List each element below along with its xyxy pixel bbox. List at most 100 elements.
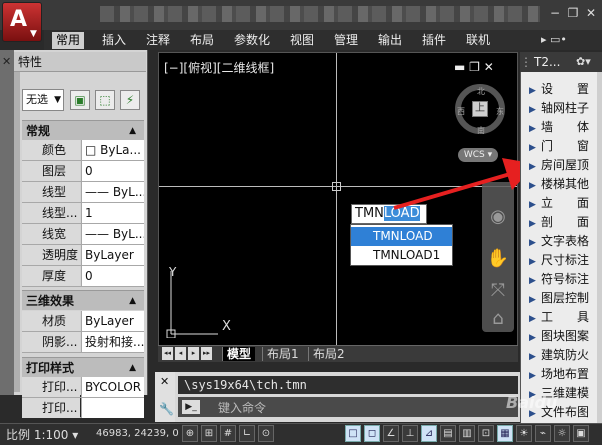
property-row[interactable]: 颜色 □ ByLa... <box>22 140 144 161</box>
tangent-menu-item[interactable]: ▶ 楼梯其他 <box>523 175 599 193</box>
tangent-menu-item[interactable]: ▶ 房间屋顶 <box>523 156 599 174</box>
tab-home[interactable]: 常用 <box>52 32 85 49</box>
close-icon[interactable]: ✕ <box>160 375 169 388</box>
command-input[interactable]: 键入命令 <box>218 399 266 416</box>
pan-hand-icon[interactable]: ✋ <box>484 245 512 273</box>
autocomplete-item[interactable]: TMNLOAD <box>351 227 452 246</box>
property-row[interactable]: 图层 0 <box>22 161 144 182</box>
application-menu-button[interactable]: A ▼ <box>2 2 42 42</box>
grid-display-icon[interactable]: # <box>220 425 236 442</box>
tab-online[interactable]: 联机 <box>462 32 494 49</box>
tangent-menu-item[interactable]: ▶ 文字表格 <box>523 232 599 250</box>
lightbulb-icon[interactable]: ☀ <box>516 425 532 442</box>
tangent-menu-item[interactable]: ▶ 设 置 <box>523 80 599 98</box>
dynamic-input-icon[interactable]: ⊥ <box>402 425 418 442</box>
tab-annotate[interactable]: 注释 <box>142 32 174 49</box>
tab-layout1[interactable]: 布局1 <box>262 347 303 361</box>
property-value[interactable]: 0 <box>81 161 144 181</box>
isolate-objects-icon[interactable]: ☼ <box>554 425 570 442</box>
tangent-menu-item[interactable]: ▶ 墙 体 <box>523 118 599 136</box>
tab-layout2[interactable]: 布局2 <box>308 347 349 361</box>
next-layout-icon[interactable]: ▸ <box>188 347 199 360</box>
close-button[interactable]: ✕ <box>584 6 598 20</box>
tangent-menu-item[interactable]: ▶ 立 面 <box>523 194 599 212</box>
toggle-pickadd-icon[interactable]: ▣ <box>70 90 90 110</box>
property-row[interactable]: 厚度 0 <box>22 266 144 287</box>
selection-cycling-icon[interactable]: ⊡ <box>478 425 494 442</box>
wrench-icon[interactable]: 🔧 <box>159 402 174 416</box>
property-row[interactable]: 透明度 ByLayer <box>22 245 144 266</box>
tab-manage[interactable]: 管理 <box>330 32 362 49</box>
minimize-button[interactable]: − <box>548 6 562 20</box>
annotation-monitor-icon[interactable]: ▦ <box>497 425 513 442</box>
command-line-grip[interactable]: ✕ 🔧 <box>155 372 175 422</box>
quick-properties-icon[interactable]: ▥ <box>459 425 475 442</box>
property-value[interactable]: ByLayer <box>81 311 144 331</box>
tab-insert[interactable]: 插入 <box>98 32 130 49</box>
viewport-controls-label[interactable]: [−][俯视][二维线框] <box>164 59 274 76</box>
property-value[interactable]: ByLayer <box>81 245 144 265</box>
property-value[interactable]: 投射和接... <box>81 332 144 352</box>
autocomplete-item[interactable]: TMNLOAD1 <box>351 246 452 265</box>
tangent-menu-item[interactable]: ▶ 图块图案 <box>523 327 599 345</box>
property-value[interactable]: —— ByL... <box>81 224 144 244</box>
tangent-menu-item[interactable]: ▶ 剖 面 <box>523 213 599 231</box>
tangent-menu-item[interactable]: ▶ 工 具 <box>523 308 599 326</box>
allow-ucs-icon[interactable]: ∠ <box>383 425 399 442</box>
tab-parametric[interactable]: 参数化 <box>230 32 274 49</box>
first-layout-icon[interactable]: ◂◂ <box>162 347 173 360</box>
property-row[interactable]: 线型... 1 <box>22 203 144 224</box>
previous-layout-icon[interactable]: ◂ <box>175 347 186 360</box>
fullscreen-icon[interactable]: ▣ <box>573 425 589 442</box>
annotation-scale[interactable]: 比例 1:100 ▾ <box>6 426 78 443</box>
settings-dropdown-icon[interactable]: ✿▾ <box>576 52 591 72</box>
section-plot-style[interactable]: 打印样式 ▲ <box>22 357 144 377</box>
ortho-mode-icon[interactable]: ∟ <box>239 425 255 442</box>
transparency-icon[interactable]: ▤ <box>440 425 456 442</box>
ribbon-overflow-icon[interactable]: ▸ ▭• <box>541 33 567 46</box>
last-layout-icon[interactable]: ▸▸ <box>201 347 212 360</box>
object-snap-icon[interactable]: □ <box>345 425 361 442</box>
lock-ui-icon[interactable]: ⌁ <box>535 425 551 442</box>
property-value[interactable]: □ ByLa... <box>81 140 144 160</box>
property-value[interactable] <box>81 398 144 418</box>
selection-dropdown[interactable]: 无选 ▼ <box>22 89 64 111</box>
section-general[interactable]: 常规 ▲ <box>22 120 144 140</box>
tangent-menu-item[interactable]: ▶ 符号标注 <box>523 270 599 288</box>
palette-grip-icon[interactable]: ⋮ <box>520 52 532 72</box>
cursor-coordinates[interactable]: 46983, 24239, 0 <box>96 428 179 439</box>
infer-constraints-icon[interactable]: ⊕ <box>182 425 198 442</box>
property-row[interactable]: 线型 —— ByL... <box>22 182 144 203</box>
restore-button[interactable]: ❐ <box>566 6 580 20</box>
recent-commands-icon[interactable]: ▶_ <box>182 400 200 414</box>
snap-tracking-icon[interactable]: ◻ <box>364 425 380 442</box>
property-value[interactable]: 1 <box>81 203 144 223</box>
property-value[interactable]: BYCOLOR <box>81 377 144 397</box>
select-objects-icon[interactable]: ⬚ <box>95 90 115 110</box>
palette-grip[interactable] <box>0 50 14 395</box>
orbit-icon[interactable]: ⌂ <box>484 305 512 333</box>
viewport-window-controls[interactable]: ▬ ❐ ✕ <box>454 60 494 74</box>
polar-tracking-icon[interactable]: ⊙ <box>258 425 274 442</box>
property-row[interactable]: 打印... BYCOLOR <box>22 377 144 398</box>
tangent-menu-item[interactable]: ▶ 场地布置 <box>523 365 599 383</box>
property-value[interactable]: 0 <box>81 266 144 286</box>
tangent-menu-item[interactable]: ▶ 尺寸标注 <box>523 251 599 269</box>
tangent-menu-item[interactable]: ▶ 门 窗 <box>523 137 599 155</box>
lineweight-icon[interactable]: ⊿ <box>421 425 437 442</box>
palette-close-icon[interactable]: ✕ <box>2 55 11 68</box>
property-row[interactable]: 材质 ByLayer <box>22 311 144 332</box>
section-3d-effects[interactable]: 三维效果 ▲ <box>22 290 144 310</box>
tab-layout[interactable]: 布局 <box>186 32 218 49</box>
tangent-menu-item[interactable]: ▶ 轴网柱子 <box>523 99 599 117</box>
quick-select-icon[interactable]: ⚡ <box>120 90 140 110</box>
tangent-menu-item[interactable]: ▶ 建筑防火 <box>523 346 599 364</box>
tab-output[interactable]: 输出 <box>374 32 406 49</box>
snap-mode-icon[interactable]: ⊞ <box>201 425 217 442</box>
property-row[interactable]: 线宽 —— ByL... <box>22 224 144 245</box>
tab-model[interactable]: 模型 <box>222 347 256 361</box>
tab-view[interactable]: 视图 <box>286 32 318 49</box>
viewcube-top-face[interactable]: 上 <box>472 101 488 117</box>
tangent-menu-item[interactable]: ▶ 图层控制 <box>523 289 599 307</box>
property-row[interactable]: 阴影... 投射和接... <box>22 332 144 353</box>
